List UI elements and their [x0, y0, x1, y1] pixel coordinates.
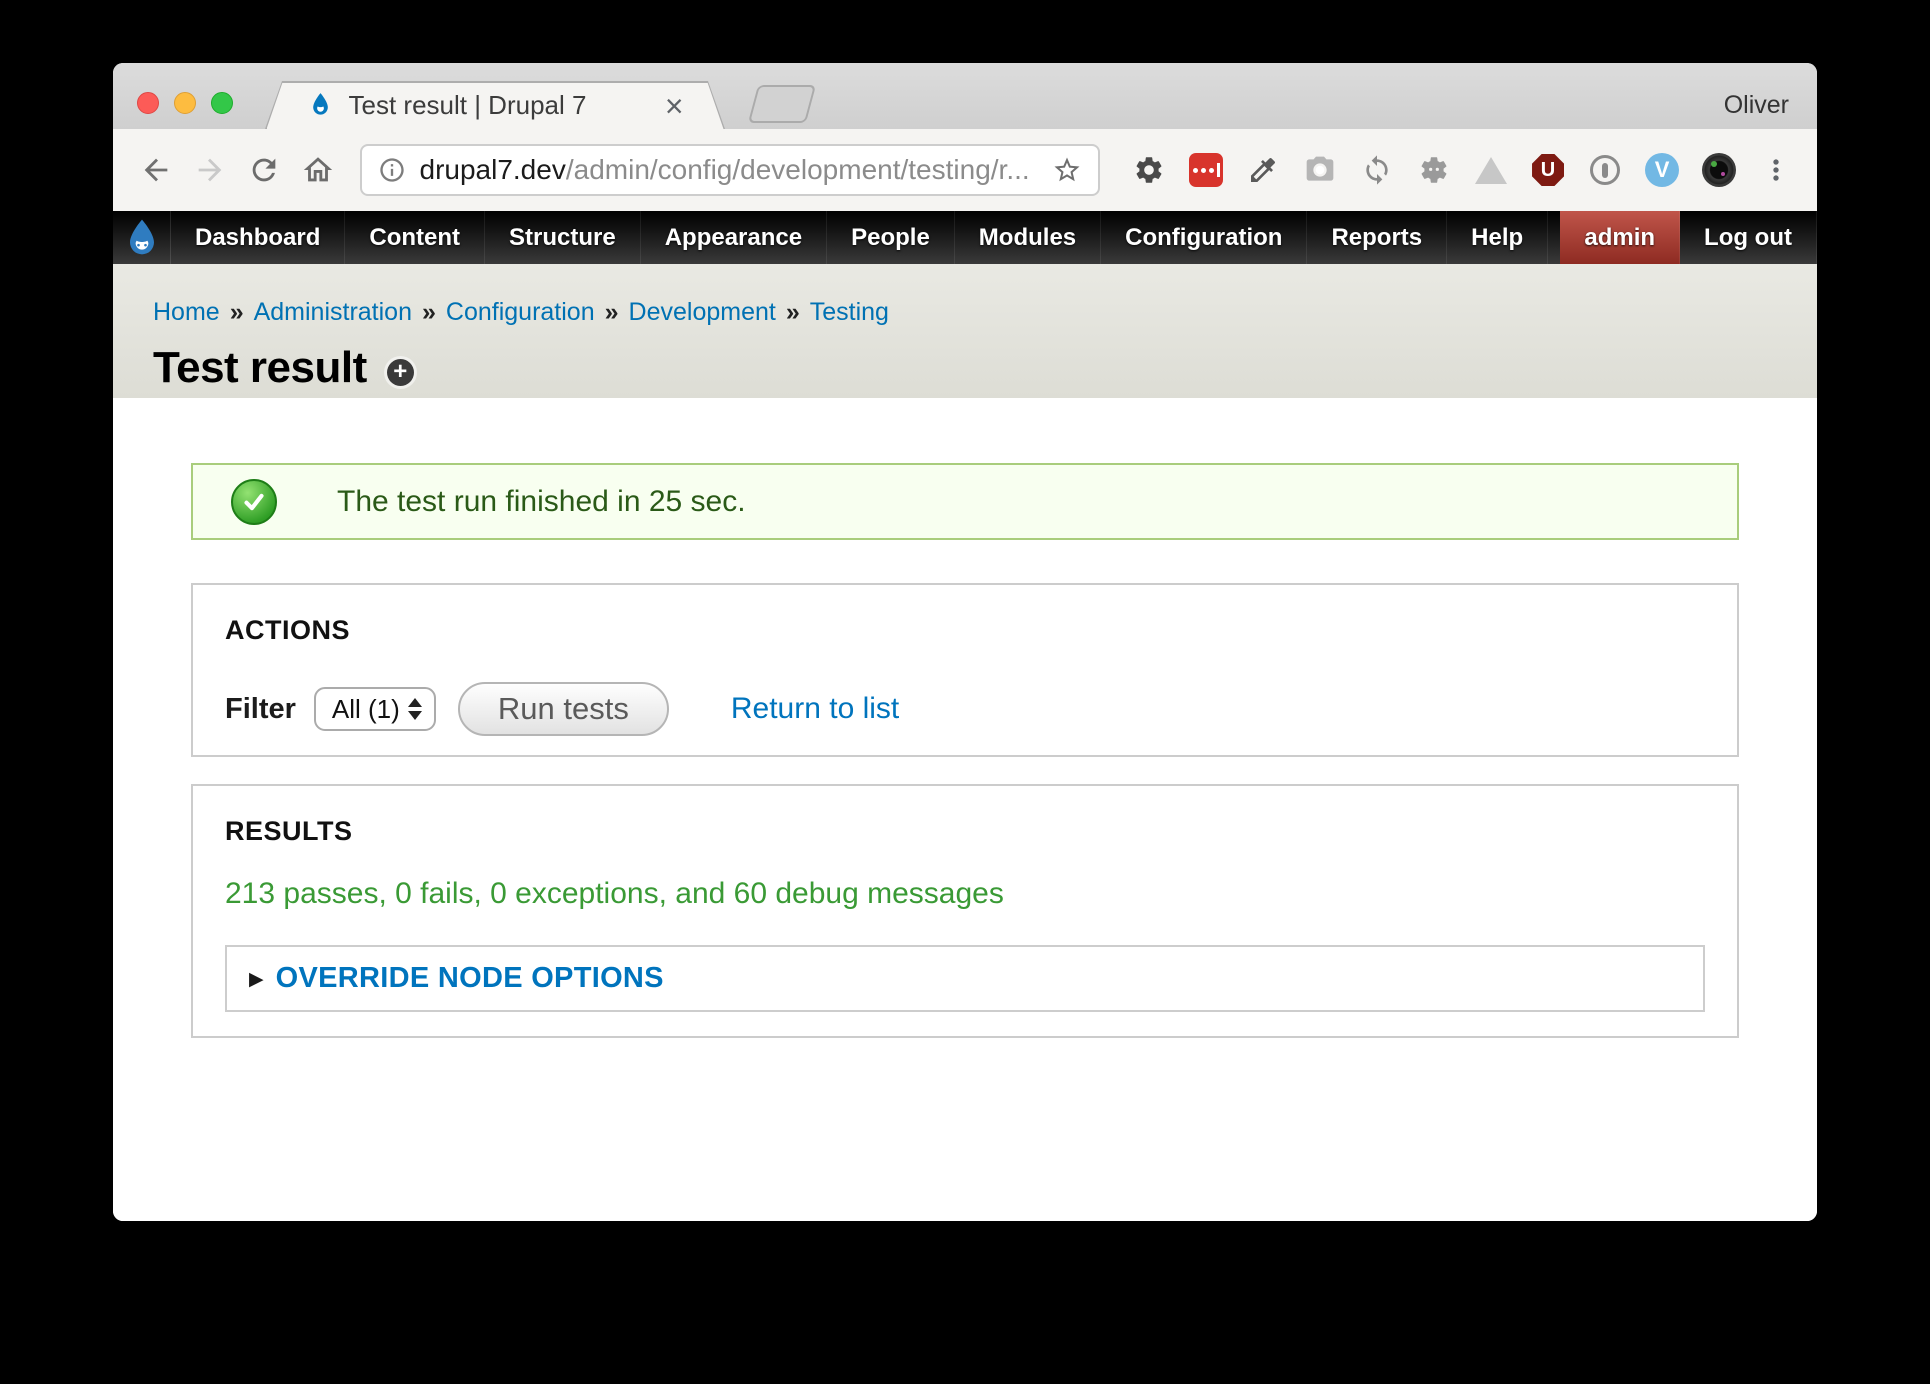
ublock-icon[interactable]: U: [1529, 151, 1567, 189]
results-fieldset: RESULTS 213 passes, 0 fails, 0 exception…: [191, 784, 1739, 1038]
close-window-button[interactable]: [137, 92, 159, 114]
camera-icon[interactable]: [1301, 151, 1339, 189]
drupal-favicon-icon: [307, 92, 334, 119]
minimize-window-button[interactable]: [174, 92, 196, 114]
breadcrumb-configuration[interactable]: Configuration: [446, 298, 595, 326]
add-shortcut-icon[interactable]: +: [387, 359, 414, 386]
menu-item-reports[interactable]: Reports: [1307, 211, 1447, 264]
menu-item-help[interactable]: Help: [1447, 211, 1548, 264]
tab-title: Test result | Drupal 7: [349, 90, 653, 121]
page-content: The test run finished in 25 sec. ACTIONS…: [113, 398, 1817, 1221]
userscript-gear-icon[interactable]: [1415, 151, 1453, 189]
back-button[interactable]: [135, 148, 177, 192]
breadcrumb-separator: »: [786, 298, 800, 326]
menu-item-appearance[interactable]: Appearance: [641, 211, 827, 264]
extension-row: U V: [1130, 151, 1795, 189]
drupal-admin-toolbar: Dashboard Content Structure Appearance P…: [113, 211, 1817, 264]
tab-strip: Test result | Drupal 7 × Oliver: [113, 63, 1817, 129]
profile-name[interactable]: Oliver: [1724, 91, 1789, 120]
breadcrumb: Home » Administration » Configuration » Develo…: [153, 298, 1817, 327]
status-message-text: The test run finished in 25 sec.: [337, 485, 746, 519]
home-button[interactable]: [297, 148, 339, 192]
page-header: Home » Administration » Configuration » Develo…: [113, 264, 1817, 398]
sync-icon[interactable]: [1358, 151, 1396, 189]
breadcrumb-administration[interactable]: Administration: [254, 298, 412, 326]
actions-legend: ACTIONS: [225, 615, 1705, 646]
zoom-window-button[interactable]: [211, 92, 233, 114]
collapse-arrow-icon: ▶: [249, 968, 264, 991]
breadcrumb-development[interactable]: Development: [629, 298, 776, 326]
filter-label: Filter: [225, 693, 296, 726]
breadcrumb-separator: »: [230, 298, 244, 326]
url-path: /admin/config/development/testing/r...: [566, 154, 1044, 186]
camera-lens-icon[interactable]: [1700, 151, 1738, 189]
menu-item-structure[interactable]: Structure: [485, 211, 641, 264]
browser-tab[interactable]: Test result | Drupal 7 ×: [265, 81, 725, 129]
url-host: drupal7.dev: [420, 154, 566, 186]
menu-item-dashboard[interactable]: Dashboard: [171, 211, 345, 264]
reload-button[interactable]: [243, 148, 285, 192]
breadcrumb-separator: »: [422, 298, 436, 326]
breadcrumb-testing[interactable]: Testing: [810, 298, 889, 326]
eyedropper-icon[interactable]: [1244, 151, 1282, 189]
filter-select[interactable]: All (1): [314, 687, 436, 731]
results-summary: 213 passes, 0 fails, 0 exceptions, and 6…: [225, 877, 1705, 911]
browser-toolbar: drupal7.dev /admin/config/development/te…: [113, 129, 1817, 211]
bookmark-star-icon[interactable]: [1052, 155, 1082, 185]
success-check-icon: [231, 479, 277, 525]
menu-item-people[interactable]: People: [827, 211, 955, 264]
traffic-lights: [137, 92, 233, 114]
drive-icon[interactable]: [1472, 151, 1510, 189]
account-menu-item[interactable]: admin: [1560, 211, 1680, 264]
url-bar[interactable]: drupal7.dev /admin/config/development/te…: [360, 144, 1101, 196]
menu-item-modules[interactable]: Modules: [955, 211, 1101, 264]
menu-item-content[interactable]: Content: [345, 211, 485, 264]
page-title: Test result: [153, 343, 367, 393]
browser-window: Test result | Drupal 7 × Oliver: [113, 63, 1817, 1221]
return-to-list-link[interactable]: Return to list: [731, 692, 899, 726]
lastpass-icon[interactable]: [1187, 151, 1225, 189]
run-tests-button[interactable]: Run tests: [458, 682, 669, 736]
override-node-options-link[interactable]: OVERRIDE NODE OPTIONS: [276, 962, 664, 995]
new-tab-button[interactable]: [748, 85, 816, 123]
results-legend: RESULTS: [225, 816, 1705, 847]
actions-fieldset: ACTIONS Filter All (1) Run tests Return …: [191, 583, 1739, 757]
override-node-options-fieldset[interactable]: ▶ OVERRIDE NODE OPTIONS: [225, 945, 1705, 1012]
logout-menu-item[interactable]: Log out: [1680, 211, 1817, 264]
chrome-menu-icon[interactable]: [1757, 151, 1795, 189]
forward-button[interactable]: [189, 148, 231, 192]
breadcrumb-home[interactable]: Home: [153, 298, 220, 326]
select-arrows-icon: [408, 698, 422, 720]
vimium-icon[interactable]: V: [1643, 151, 1681, 189]
desktop-background: Test result | Drupal 7 × Oliver: [0, 0, 1930, 1384]
drupal-menu: Dashboard Content Structure Appearance P…: [171, 211, 1548, 264]
breadcrumb-separator: »: [605, 298, 619, 326]
drupal-logo-icon[interactable]: [113, 211, 171, 264]
settings-gear-icon[interactable]: [1130, 151, 1168, 189]
tab-close-icon[interactable]: ×: [665, 90, 684, 122]
status-message: The test run finished in 25 sec.: [191, 463, 1739, 540]
filter-select-value: All (1): [332, 694, 408, 725]
password-keyring-icon[interactable]: [1586, 151, 1624, 189]
page-info-icon[interactable]: [378, 156, 406, 184]
menu-item-configuration[interactable]: Configuration: [1101, 211, 1307, 264]
